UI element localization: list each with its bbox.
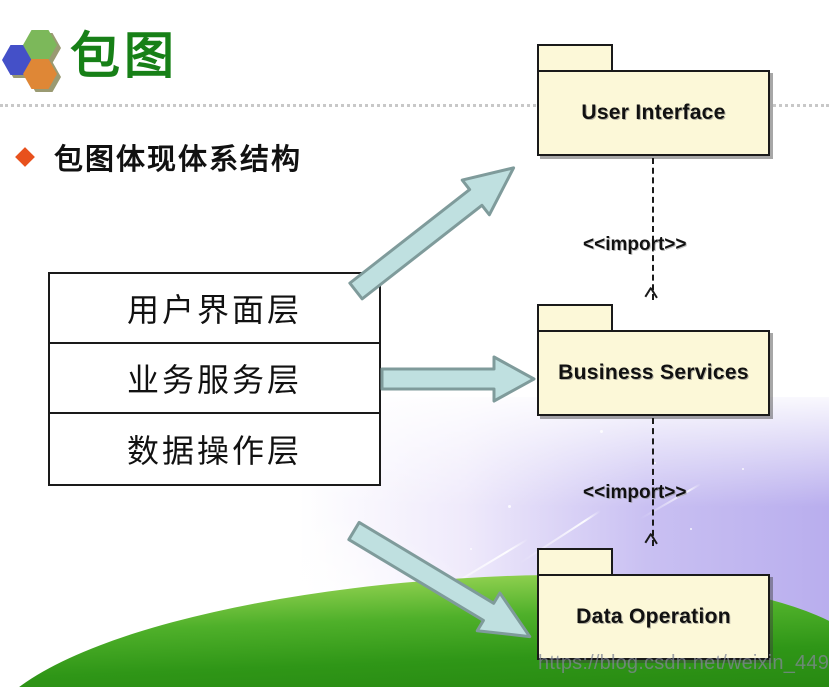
dependency-stereotype-label: <<import>> (583, 234, 687, 255)
bullet-item: 包图体现体系结构 (15, 136, 303, 178)
star-decoration (470, 548, 472, 550)
package-tab (537, 44, 613, 72)
package-data-operation: Data Operation (537, 548, 770, 660)
mapping-arrow-ui-layer (342, 150, 528, 309)
star-decoration (520, 580, 523, 583)
mapping-arrow-business-layer (380, 355, 536, 403)
star-decoration (508, 505, 511, 508)
package-business-services: Business Services (537, 304, 770, 416)
layer-label: 业务服务层 (126, 361, 302, 399)
slide-title: 包图 (70, 27, 178, 85)
star-decoration (742, 468, 744, 470)
table-row: 数据操作层 (50, 414, 379, 484)
dependency-line-ui-to-business (652, 158, 654, 300)
layer-label: 用户界面层 (126, 291, 302, 329)
table-row: 业务服务层 (50, 344, 379, 414)
package-tab (537, 548, 613, 576)
package-tab (537, 304, 613, 332)
house-door (505, 660, 533, 675)
package-body: Data Operation (537, 574, 770, 660)
hexagon-logo (2, 28, 68, 92)
package-body: Business Services (537, 330, 770, 416)
star-decoration (690, 528, 692, 530)
star-decoration (654, 462, 656, 464)
star-decoration (600, 430, 603, 433)
house-window (499, 664, 504, 671)
architecture-layer-table: 用户界面层 业务服务层 数据操作层 (48, 272, 381, 486)
watermark-text: https://blog.csdn.net/weixin_44997802 (538, 652, 829, 674)
star-decoration (356, 614, 358, 616)
package-label: Data Operation (576, 605, 731, 628)
layer-label: 数据操作层 (126, 432, 302, 470)
dependency-arrowhead (643, 288, 661, 302)
mapping-arrow-data-layer (342, 511, 541, 656)
slide-canvas: 包图 包图体现体系结构 用户界面层 业务服务层 数据操作层 User Inter… (0, 0, 829, 687)
diamond-bullet-icon (15, 147, 35, 167)
bullet-text: 包图体现体系结构 (54, 142, 303, 176)
table-row: 用户界面层 (50, 274, 379, 344)
package-label: Business Services (558, 361, 749, 384)
package-user-interface: User Interface (537, 44, 770, 156)
dependency-stereotype-label: <<import>> (583, 482, 687, 503)
package-body: User Interface (537, 70, 770, 156)
tree-icon (487, 646, 503, 674)
dependency-arrowhead (643, 534, 661, 548)
package-label: User Interface (581, 101, 726, 124)
